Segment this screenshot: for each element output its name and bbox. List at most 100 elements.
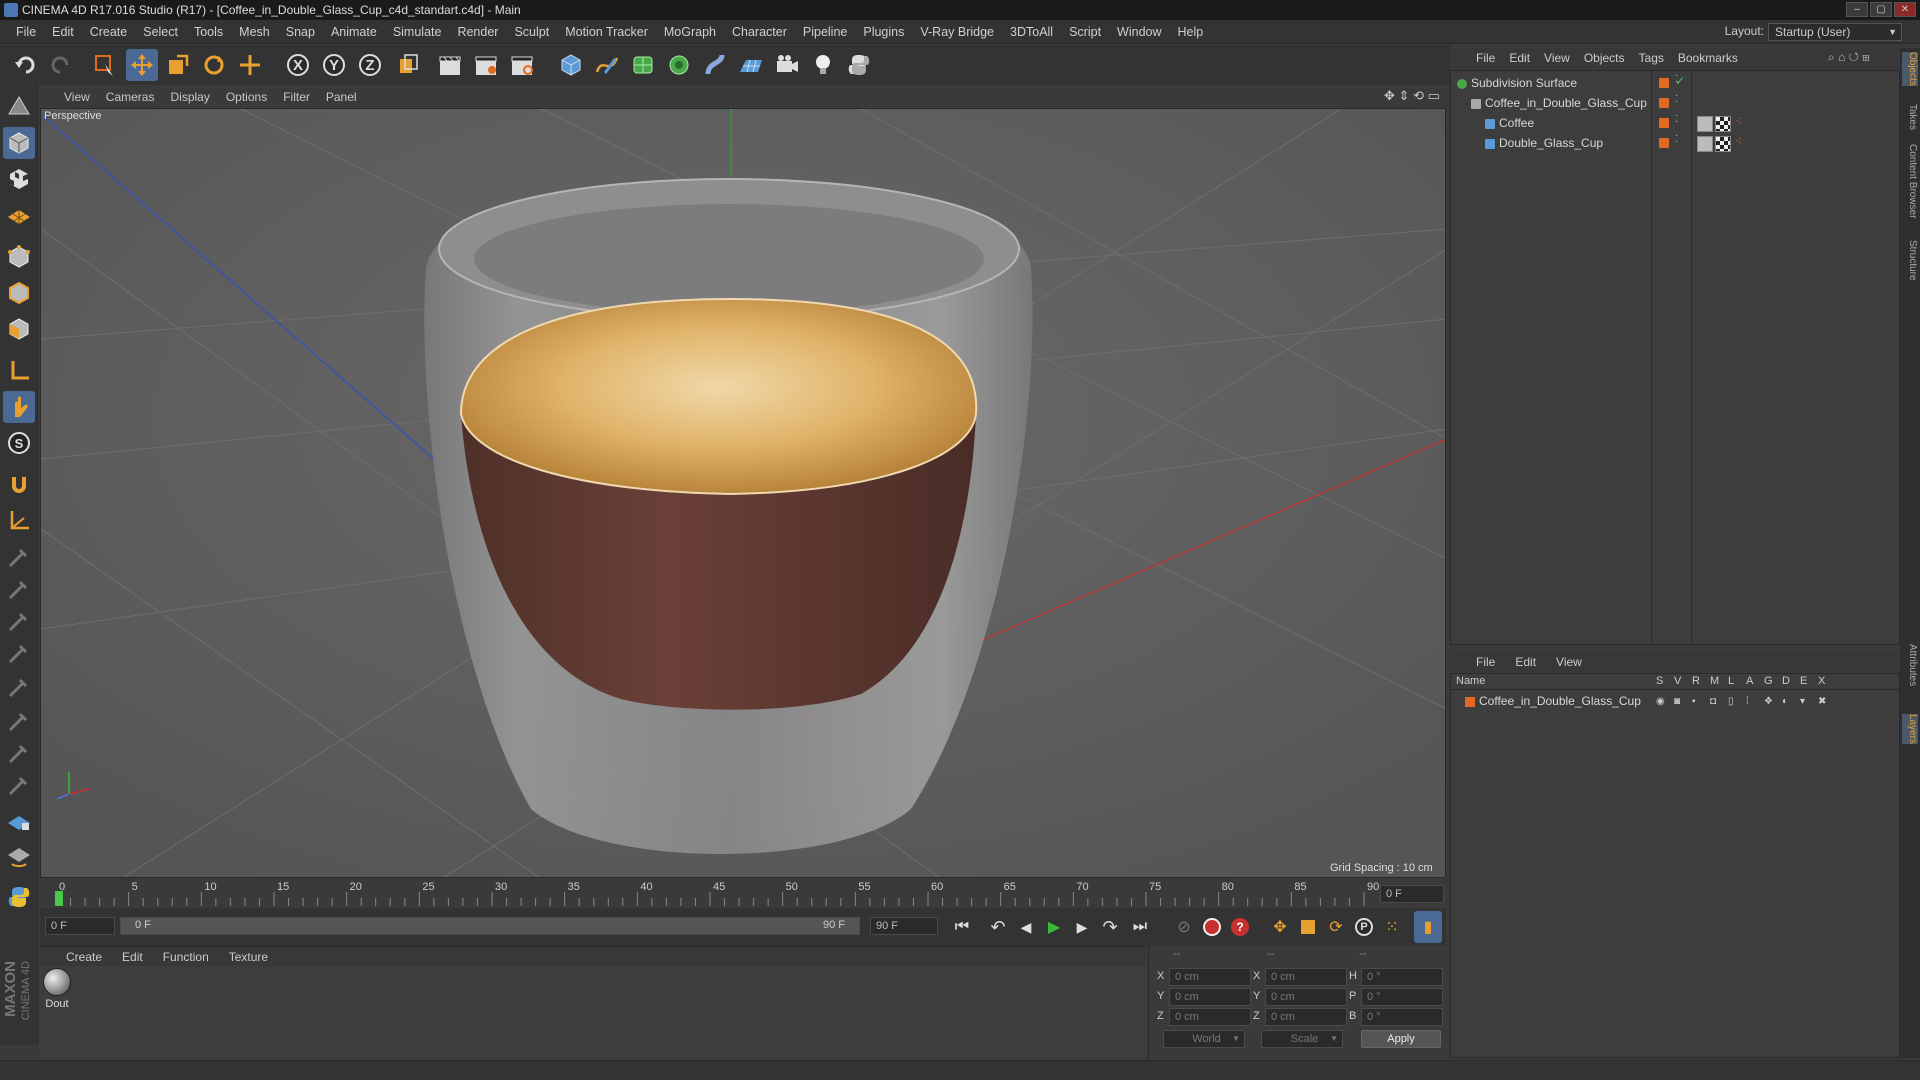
menu-simulate[interactable]: Simulate — [385, 25, 450, 39]
layer-toggle-icon[interactable]: ◐ — [1782, 692, 1788, 711]
menu-character[interactable]: Character — [724, 25, 795, 39]
new-window-icon[interactable]: ⊞ — [1862, 50, 1870, 64]
record-keys-button[interactable]: ⊘ — [1170, 911, 1198, 943]
object-tree-row[interactable]: Subdivision Surface — [1457, 74, 1577, 93]
layer-toggle-icon[interactable]: ▯ — [1728, 692, 1734, 711]
maximize-button[interactable]: ▢ — [1870, 2, 1892, 17]
texture-tag-icon[interactable] — [1715, 116, 1731, 132]
snap-button[interactable]: S — [3, 427, 35, 459]
layout-select[interactable]: Startup (User) ▼ — [1768, 23, 1902, 41]
start-frame-field[interactable]: 0 F — [45, 917, 115, 935]
menu-v-ray-bridge[interactable]: V-Ray Bridge — [912, 25, 1002, 39]
layer-toggle-icon[interactable]: ✖ — [1818, 692, 1826, 711]
model-mode-button[interactable] — [3, 127, 35, 159]
deformer-button[interactable] — [699, 49, 731, 81]
current-frame-field[interactable]: 0 F — [1380, 885, 1444, 903]
layer-toggle-icon[interactable]: ⁞ — [1746, 692, 1749, 711]
magnet-button[interactable] — [3, 469, 35, 501]
z-axis-lock-button[interactable]: Z — [354, 49, 386, 81]
object-tree-row[interactable]: Double_Glass_Cup — [1485, 134, 1603, 153]
sculpt-brush-2-button[interactable] — [3, 573, 35, 605]
home-icon[interactable]: ⌂ — [1838, 50, 1845, 64]
key-pla-button[interactable]: ⁙ — [1378, 911, 1406, 943]
menu-mesh[interactable]: Mesh — [231, 25, 278, 39]
coordinate-system-button[interactable] — [392, 49, 424, 81]
timeline-ruler[interactable]: 0 5 10 15 20 25 30 35 40 45 50 55 60 65 70 75 80 85 90 — [40, 878, 1446, 908]
object-menu-edit[interactable]: Edit — [1509, 51, 1530, 65]
menu-mograph[interactable]: MoGraph — [656, 25, 724, 39]
spline-pen-button[interactable] — [591, 49, 623, 81]
layer-row[interactable]: Coffee_in_Double_Glass_Cup — [1465, 692, 1641, 711]
menu-file[interactable]: File — [8, 25, 44, 39]
layer-toggle-icon[interactable]: ◉ — [1656, 692, 1665, 711]
scale-tool-button[interactable] — [162, 49, 194, 81]
end-frame-field[interactable]: 90 F — [870, 917, 938, 935]
mograph-cloner-button[interactable] — [663, 49, 695, 81]
render-view-button[interactable] — [434, 49, 466, 81]
menu-pipeline[interactable]: Pipeline — [795, 25, 855, 39]
key-scale-button[interactable] — [1294, 911, 1322, 943]
coord-mode-select[interactable]: World ▼ — [1163, 1030, 1245, 1048]
viewport-menu-options[interactable]: Options — [226, 90, 277, 104]
object-tree-row[interactable]: Coffee — [1485, 114, 1534, 133]
layer-menu-view[interactable]: View — [1556, 655, 1582, 669]
close-button[interactable]: ✕ — [1894, 2, 1916, 17]
menu-sculpt[interactable]: Sculpt — [506, 25, 557, 39]
size-field[interactable]: 0 cm — [1265, 988, 1347, 1006]
size-mode-select[interactable]: Scale ▼ — [1261, 1030, 1343, 1048]
menu-snap[interactable]: Snap — [278, 25, 323, 39]
layer-color-swatch[interactable] — [1659, 98, 1669, 108]
minimize-button[interactable]: – — [1846, 2, 1868, 17]
object-menu-bookmarks[interactable]: Bookmarks — [1678, 51, 1738, 65]
go-to-start-button[interactable]: ⏮ — [948, 911, 976, 943]
rotation-field[interactable]: 0 ° — [1361, 1008, 1443, 1026]
playhead-marker[interactable] — [55, 891, 63, 906]
python-console-button[interactable] — [3, 881, 35, 913]
visibility-dots-icon[interactable]: ⁚ — [1675, 114, 1678, 125]
position-field[interactable]: 0 cm — [1169, 968, 1251, 986]
key-parameter-button[interactable]: P — [1350, 911, 1378, 943]
menu-plugins[interactable]: Plugins — [855, 25, 912, 39]
material-menu-edit[interactable]: Edit — [122, 950, 143, 964]
layer-color-swatch[interactable] — [1659, 118, 1669, 128]
layer-toggle-icon[interactable]: ◘ — [1710, 692, 1716, 711]
size-field[interactable]: 0 cm — [1265, 1008, 1347, 1026]
side-tab-takes[interactable]: Takes — [1902, 104, 1918, 130]
next-keyframe-button[interactable]: ↷ — [1096, 911, 1124, 943]
floor-object-button[interactable] — [735, 49, 767, 81]
menu-edit[interactable]: Edit — [44, 25, 82, 39]
undo-button[interactable] — [10, 49, 42, 81]
texture-mode-button[interactable] — [3, 163, 35, 195]
points-mode-button[interactable] — [3, 241, 35, 273]
menu-motion-tracker[interactable]: Motion Tracker — [557, 25, 656, 39]
rotation-field[interactable]: 0 ° — [1361, 968, 1443, 986]
uvw-tag-icon[interactable] — [1697, 136, 1713, 152]
play-button[interactable]: ▶ — [1040, 911, 1068, 943]
autokey-button[interactable] — [1198, 911, 1226, 943]
frame-range-slider[interactable]: 0 F 90 F — [120, 917, 860, 935]
go-to-end-button[interactable]: ⏭ — [1126, 911, 1154, 943]
layer-menu-edit[interactable]: Edit — [1515, 655, 1536, 669]
rotate-tool-button[interactable] — [198, 49, 230, 81]
menu-animate[interactable]: Animate — [323, 25, 385, 39]
viewport-menu-filter[interactable]: Filter — [283, 90, 320, 104]
x-axis-lock-button[interactable]: X — [282, 49, 314, 81]
object-menu-tags[interactable]: Tags — [1639, 51, 1664, 65]
maximize-view-icon[interactable]: ▭ — [1428, 88, 1440, 103]
material-menu-texture[interactable]: Texture — [229, 950, 268, 964]
material-tag-icon[interactable]: ⁖ — [1735, 134, 1742, 148]
edges-mode-button[interactable] — [3, 277, 35, 309]
menu-create[interactable]: Create — [82, 25, 136, 39]
checkmark-icon[interactable]: ✓ — [1675, 74, 1685, 88]
side-tab-content-browser[interactable]: Content Browser — [1902, 144, 1918, 218]
menu-render[interactable]: Render — [449, 25, 506, 39]
python-script-button[interactable] — [843, 49, 875, 81]
render-settings-button[interactable] — [506, 49, 538, 81]
pan-icon[interactable]: ✥ — [1384, 88, 1395, 103]
rotation-field[interactable]: 0 ° — [1361, 988, 1443, 1006]
redo-button[interactable] — [44, 49, 76, 81]
uvw-tag-icon[interactable] — [1697, 116, 1713, 132]
side-tab-attributes[interactable]: Attributes — [1902, 644, 1918, 686]
material-menu-function[interactable]: Function — [163, 950, 209, 964]
cube-object-button[interactable] — [555, 49, 587, 81]
